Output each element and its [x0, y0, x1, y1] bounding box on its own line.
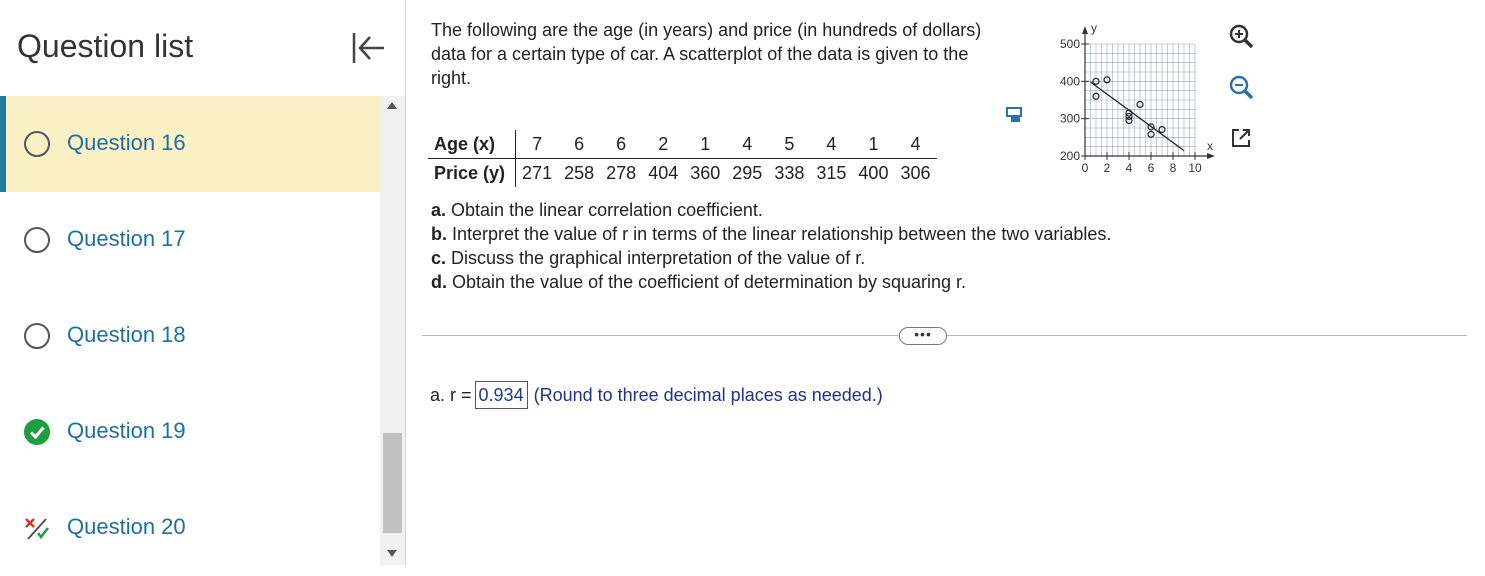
collapse-sidebar-button[interactable] [348, 30, 388, 66]
expand-button[interactable] [1230, 127, 1256, 153]
table-cell: 400 [858, 162, 889, 183]
part-b: b. Interpret the value of r in terms of … [431, 222, 1111, 246]
copy-icon[interactable] [1005, 106, 1025, 124]
zoom-in-button[interactable] [1228, 23, 1254, 49]
zoom-in-icon [1229, 24, 1254, 49]
table-cell: 360 [690, 162, 721, 183]
question-list-sidebar: Question list Question 16 Question 17 Qu… [0, 0, 406, 565]
x-tick-label: 10 [1188, 161, 1202, 175]
scrollbar-thumb[interactable] [383, 433, 402, 533]
table-cell: 4 [894, 130, 937, 159]
partial-credit-icon [25, 518, 49, 540]
x-tick-label: 2 [1104, 161, 1111, 175]
data-table: Age (x) 7 6 6 2 1 4 5 4 1 4 Price (y) 27… [428, 130, 937, 187]
row-header: Price (y) [428, 158, 517, 187]
expand-icon [1232, 129, 1250, 147]
part-text: Interpret the value of r in terms of the… [452, 224, 1112, 244]
part-tag: a. [431, 200, 447, 220]
table-cell: 306 [900, 162, 931, 183]
unanswered-circle-icon [24, 227, 50, 253]
show-more-button[interactable]: ••• [899, 327, 947, 345]
table-cell: 4 [810, 130, 853, 159]
table-cell: 2 [642, 130, 685, 159]
unanswered-circle-icon [24, 323, 50, 349]
age-row: Age (x) 7 6 6 2 1 4 5 4 1 4 [428, 130, 937, 159]
correct-check-icon [24, 419, 50, 445]
question-prompt: The following are the age (in years) and… [431, 20, 982, 88]
table-cell: 1 [684, 130, 727, 159]
part-tag: b. [431, 224, 447, 244]
part-text: Obtain the linear correlation coefficien… [451, 200, 763, 220]
question-list: Question 16 Question 17 Question 18 Ques… [0, 96, 380, 576]
y-tick-label: 200 [1060, 149, 1080, 163]
x-tick-label: 8 [1170, 161, 1177, 175]
y-axis-label: y [1091, 21, 1097, 35]
question-label: Question 19 [67, 418, 186, 443]
part-d: d. Obtain the value of the coefficient o… [431, 270, 1111, 294]
question-label: Question 20 [67, 514, 186, 539]
unanswered-circle-icon [24, 131, 50, 157]
question-label: Question 17 [67, 226, 186, 251]
x-tick-label: 4 [1126, 161, 1133, 175]
table-cell: 4 [726, 130, 769, 159]
table-cell: 271 [522, 162, 553, 183]
sidebar-title: Question list [17, 28, 194, 64]
table-cell: 6 [558, 130, 601, 159]
answer-hint: (Round to three decimal places as needed… [533, 385, 883, 405]
part-tag: c. [431, 248, 447, 268]
question-item-16[interactable]: Question 16 [0, 96, 380, 192]
question-label: Question 16 [67, 130, 186, 155]
y-tick-label: 500 [1060, 37, 1080, 51]
x-axis-label: x [1207, 139, 1213, 153]
part-text: Obtain the value of the coefficient of d… [452, 272, 966, 292]
y-tick-label: 400 [1060, 74, 1080, 88]
question-item-20[interactable]: Question 20 [0, 480, 380, 576]
question-item-19[interactable]: Question 19 [0, 384, 380, 480]
table-cell: 315 [816, 162, 847, 183]
answer-label: a. r = [430, 385, 472, 405]
table-cell: 278 [606, 162, 637, 183]
table-cell: 1 [852, 130, 895, 159]
table-cell: 7 [515, 130, 559, 159]
table-cell: 338 [774, 162, 805, 183]
table-cell: 295 [732, 162, 763, 183]
regression-line [1090, 81, 1185, 152]
row-header: Age (x) [428, 130, 517, 159]
scroll-up-arrow-icon[interactable] [387, 102, 397, 109]
zoom-out-button[interactable] [1228, 74, 1254, 100]
table-cell: 5 [768, 130, 811, 159]
question-parts: a. Obtain the linear correlation coeffic… [431, 198, 1111, 294]
scroll-down-arrow-icon[interactable] [387, 550, 397, 557]
price-row: Price (y) 271 258 278 404 360 295 338 31… [428, 158, 937, 187]
sidebar-scrollbar[interactable] [380, 96, 405, 565]
scatterplot: y x 200 300 400 500 0 2 4 6 8 10 [1060, 21, 1215, 175]
part-text: Discuss the graphical interpretation of … [451, 248, 866, 268]
x-tick-label: 6 [1148, 161, 1155, 175]
answer-input[interactable]: 0.934 [474, 381, 528, 409]
part-a: a. Obtain the linear correlation coeffic… [431, 198, 1111, 222]
x-tick-label: 0 [1082, 161, 1089, 175]
y-tick-label: 300 [1060, 112, 1080, 126]
question-item-18[interactable]: Question 18 [0, 288, 380, 384]
part-tag: d. [431, 272, 447, 292]
question-item-17[interactable]: Question 17 [0, 192, 380, 288]
table-cell: 404 [648, 162, 679, 183]
question-label: Question 18 [67, 322, 186, 347]
part-c: c. Discuss the graphical interpretation … [431, 246, 1111, 270]
x-axis-arrow [1207, 153, 1215, 159]
collapse-left-icon [352, 33, 384, 63]
table-cell: 258 [564, 162, 595, 183]
answer-area: a. r = 0.934 (Round to three decimal place… [430, 381, 883, 409]
y-axis-arrow [1082, 26, 1088, 34]
table-cell: 6 [600, 130, 643, 159]
zoom-out-icon [1229, 75, 1254, 100]
